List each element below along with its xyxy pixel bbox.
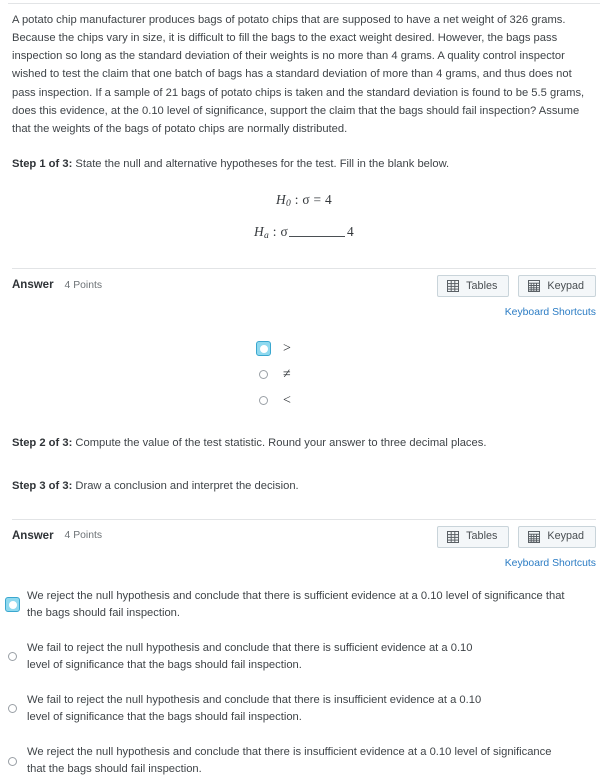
step-3-label: Step 3 of 3: (12, 480, 73, 493)
step-2-label: Step 2 of 3: (12, 436, 73, 449)
problem-statement: A potato chip manufacturer produces bags… (12, 14, 585, 135)
step-1-text: State the null and alternative hypothese… (72, 157, 450, 170)
step-2-prompt: Step 2 of 3: Compute the value of the te… (12, 435, 596, 452)
radio-greater[interactable] (256, 341, 271, 357)
radio-circle-icon (8, 756, 17, 766)
keypad-grid-icon (528, 280, 541, 293)
radio-conclusion-4[interactable] (5, 754, 20, 769)
null-hypothesis-body: : σ = 4 (291, 192, 333, 208)
conclusion-option-2-label: We fail to reject the null hypothesis an… (27, 642, 473, 671)
keypad-button[interactable]: Keypad (518, 275, 596, 298)
question-page: A potato chip manufacturer produces bags… (0, 11, 608, 778)
conclusion-option-2[interactable]: We fail to reject the null hypothesis an… (8, 640, 596, 673)
step-2-text: Compute the value of the test statistic.… (72, 436, 487, 449)
table-grid-icon (447, 280, 460, 293)
radio-circle-icon (259, 344, 268, 353)
step-1-prompt: Step 1 of 3: State the null and alternat… (12, 156, 596, 173)
keypad-button-2-label: Keypad (547, 530, 584, 543)
null-hypothesis-line: H0 : σ = 4 (12, 190, 596, 212)
answer-1-tools: Tables Keypad (437, 275, 596, 298)
tables-button-2[interactable]: Tables (437, 525, 510, 548)
keyboard-shortcuts-link[interactable]: Keyboard Shortcuts (505, 307, 596, 318)
conclusion-option-1[interactable]: We reject the null hypothesis and conclu… (5, 588, 596, 621)
radio-conclusion-2[interactable] (5, 649, 20, 664)
tables-button-label: Tables (466, 279, 498, 292)
radio-circle-icon (8, 652, 17, 662)
answer-2-bar: Answer 4 Points Tables Keypad (12, 520, 596, 554)
alt-hypothesis-prefix: : σ (269, 224, 288, 240)
conclusion-option-4[interactable]: We reject the null hypothesis and conclu… (8, 744, 596, 777)
step-3-prompt: Step 3 of 3: Draw a conclusion and inter… (12, 478, 596, 495)
inequality-option-group: > ≠ < (12, 336, 596, 414)
keyboard-shortcuts-link-2[interactable]: Keyboard Shortcuts (505, 558, 596, 569)
radio-notequal[interactable] (256, 367, 271, 382)
null-hypothesis-H: H (275, 192, 286, 208)
top-divider (8, 3, 600, 4)
alt-hypothesis-value: 4 (346, 224, 354, 240)
answer-1-points: 4 Points (64, 280, 103, 292)
answer-1-shortcuts-row: Keyboard Shortcuts (12, 304, 596, 322)
inequality-option-less[interactable]: < (256, 388, 596, 414)
radio-circle-icon (8, 704, 17, 714)
alternative-hypothesis-line: Ha : σ4 (12, 222, 596, 244)
radio-circle-icon (259, 370, 268, 380)
radio-circle-icon (8, 600, 17, 609)
conclusion-option-1-label: We reject the null hypothesis and conclu… (27, 590, 565, 619)
table-grid-icon (447, 530, 460, 543)
answer-2-points: 4 Points (64, 530, 103, 542)
radio-less[interactable] (256, 393, 271, 408)
inequality-option-greater[interactable]: > (256, 336, 596, 362)
tables-button[interactable]: Tables (437, 275, 510, 298)
answer-1-bar: Answer 4 Points Tables Keypad (12, 269, 596, 303)
keypad-button-label: Keypad (547, 279, 584, 292)
inequality-symbol-notequal: ≠ (283, 366, 291, 382)
alt-hypothesis-H: H (254, 224, 265, 240)
radio-circle-icon (259, 396, 268, 406)
conclusion-option-4-label: We reject the null hypothesis and conclu… (27, 746, 552, 776)
step-3-text: Draw a conclusion and interpret the deci… (72, 480, 299, 493)
keypad-button-2[interactable]: Keypad (518, 525, 596, 548)
radio-conclusion-3[interactable] (5, 701, 20, 716)
tables-button-2-label: Tables (466, 530, 498, 543)
step-1-label: Step 1 of 3: (12, 157, 73, 170)
conclusion-option-group: We reject the null hypothesis and conclu… (5, 588, 596, 778)
answer-2-tools: Tables Keypad (437, 525, 596, 548)
inequality-option-notequal[interactable]: ≠ (256, 362, 596, 388)
hypotheses-block: H0 : σ = 4 Ha : σ4 (12, 190, 596, 244)
radio-conclusion-1[interactable] (5, 597, 20, 613)
conclusion-option-3-label: We fail to reject the null hypothesis an… (27, 694, 482, 723)
keypad-grid-icon (528, 530, 541, 543)
answer-1-title: Answer (12, 279, 54, 292)
answer-2-shortcuts-row: Keyboard Shortcuts (12, 555, 596, 573)
hypothesis-blank[interactable] (288, 236, 345, 238)
inequality-symbol-less: < (283, 392, 291, 408)
conclusion-option-3[interactable]: We fail to reject the null hypothesis an… (8, 692, 596, 725)
answer-2-title: Answer (12, 529, 54, 542)
inequality-symbol-greater: > (283, 340, 291, 356)
